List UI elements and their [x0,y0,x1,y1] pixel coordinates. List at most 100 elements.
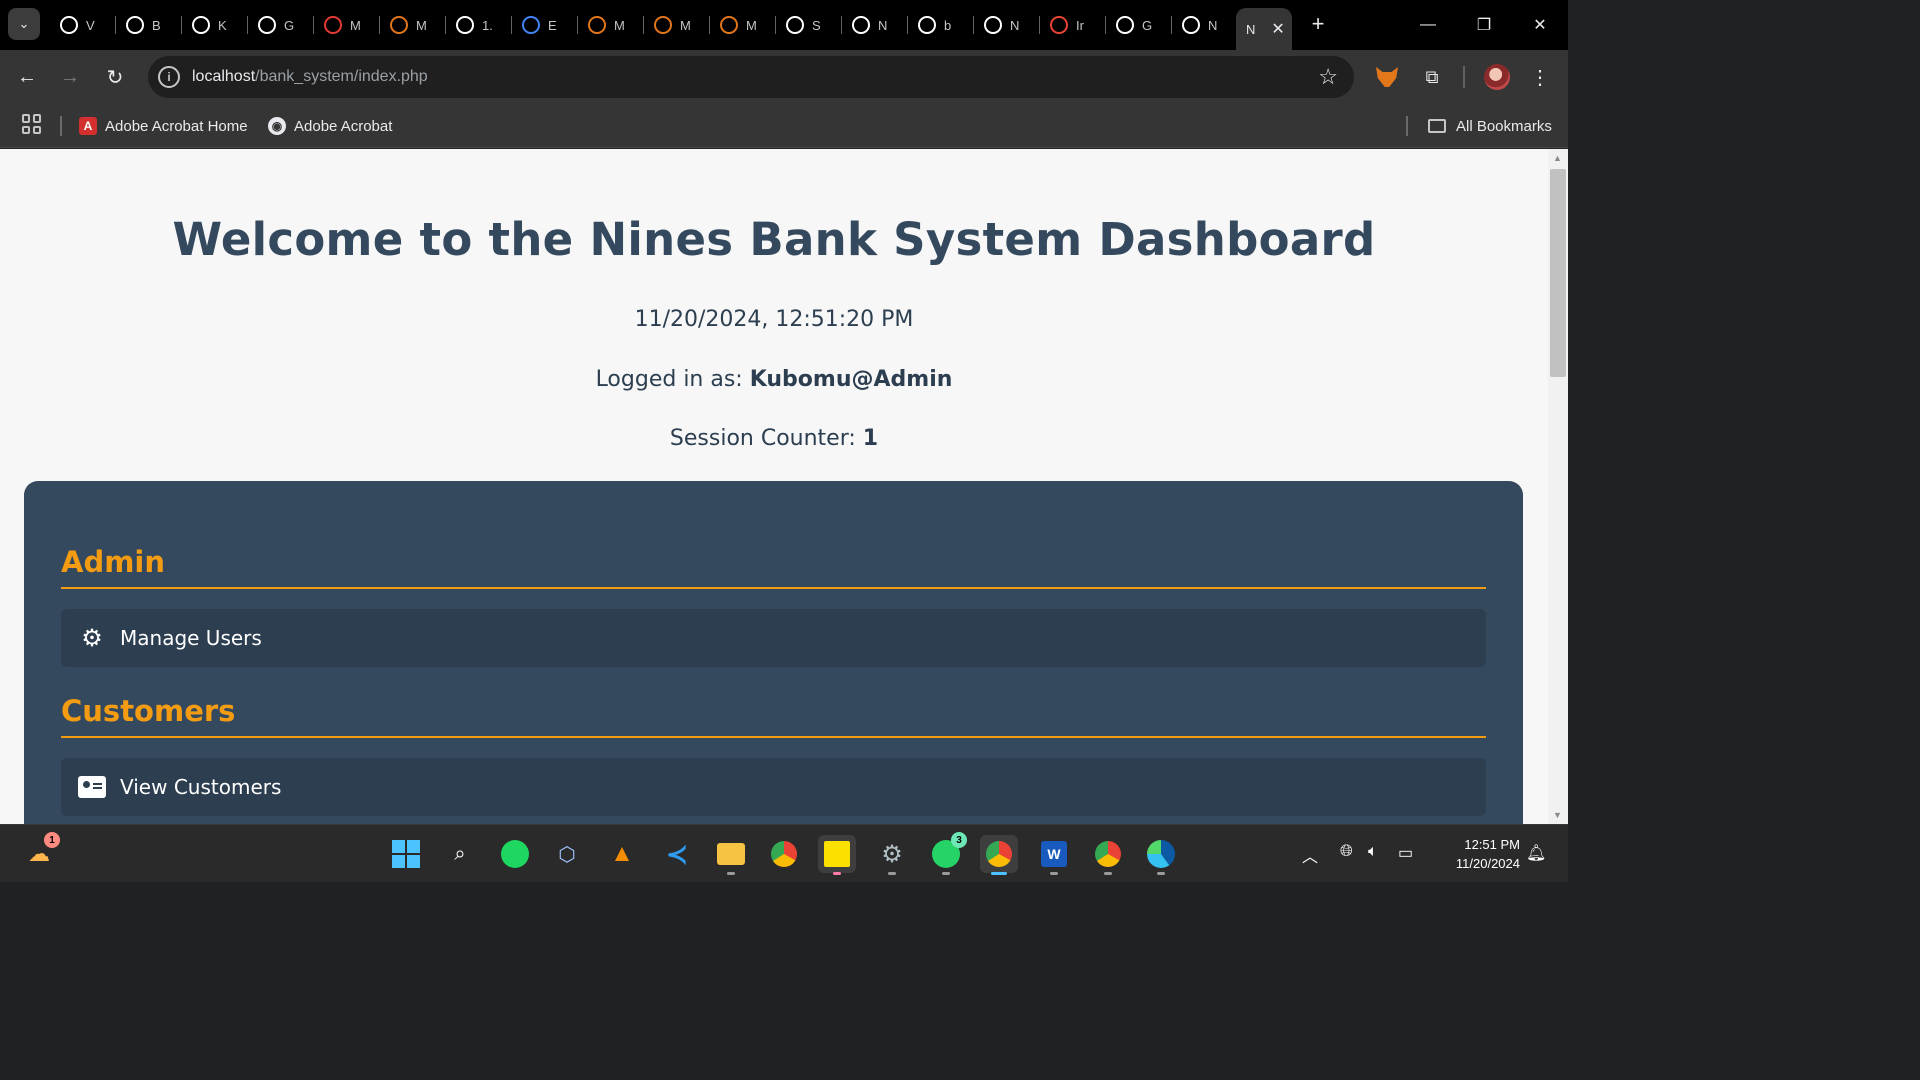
weather-widget-icon[interactable]: ☁ 1 [20,832,60,873]
apps-grid-icon[interactable] [22,114,42,134]
url-text[interactable]: localhost/bank_system/index.php [192,68,428,86]
search-icon[interactable]: ⌕ [441,835,479,873]
dashboard-page: Welcome to the Nines Bank System Dashboa… [0,149,1548,824]
all-bookmarks-button[interactable]: All Bookmarks [1428,112,1552,140]
chevron-up-icon[interactable]: ︿ [1302,843,1318,867]
manage-users-link[interactable]: ⚙ Manage Users [61,609,1486,667]
new-tab-button[interactable]: + [1305,10,1331,38]
dashboard-menu-panel: Admin ⚙ Manage Users Customers View Cust… [24,481,1523,824]
restore-button[interactable]: ❐ [1456,8,1512,42]
spotify-icon[interactable] [496,835,534,873]
tab-item[interactable]: N [1172,8,1236,42]
tab-search-button[interactable]: ⌄ [8,8,40,40]
view-customers-label: View Customers [120,775,282,799]
tab-item[interactable]: M [644,8,708,42]
chrome-icon[interactable] [765,835,803,873]
volume-icon[interactable]: 🔈︎ [1368,843,1378,861]
extensions-icon[interactable]: ⧉ [1418,63,1446,91]
scroll-up-arrow-icon[interactable]: ▲ [1553,153,1562,163]
tab-label: M [680,17,691,33]
tab-item[interactable]: B [116,8,180,42]
tab-item[interactable]: M [578,8,642,42]
tab-label: E [548,17,557,33]
file-explorer-icon[interactable] [712,835,750,875]
clock-time: 12:51 PM [1464,837,1520,852]
globe-icon [456,16,474,34]
tab-item[interactable]: V [50,8,114,42]
tab-active[interactable]: N ✕ [1236,8,1292,50]
metamask-icon [390,16,408,34]
tab-label: N [1010,17,1020,33]
openai-icon [126,16,144,34]
tab-item[interactable]: M [380,8,444,42]
virtualbox-icon[interactable]: ⬡ [548,835,586,873]
tab-close-icon[interactable]: ✕ [1271,19,1284,39]
reload-button[interactable]: ↻ [98,60,132,94]
tab-item[interactable]: S [776,8,840,42]
logged-in-user: Kubomu@Admin [749,367,953,392]
tab-item[interactable]: b [908,8,972,42]
edge-icon[interactable] [1142,835,1180,875]
close-window-button[interactable]: ✕ [1512,8,1568,42]
logged-in-label: Logged in as: [595,367,743,392]
tab-label: K [218,17,227,33]
section-heading-customers: Customers [61,694,236,728]
tab-item[interactable]: E [512,8,576,42]
tab-label: S [812,17,821,33]
site-icon [258,16,276,34]
settings-icon[interactable]: ⚙ [873,835,911,875]
tab-item[interactable]: N [974,8,1038,42]
tab-item[interactable]: G [248,8,312,42]
tab-item[interactable]: N [842,8,906,42]
notifications-icon[interactable]: 🔔︎ [1526,843,1546,863]
page-scrollbar[interactable]: ▲ ▼ [1548,149,1568,824]
windows-taskbar: ☁ 1 ⌕ ⬡ ▲ ≺ ⚙ 3 W ︿ 🌐︎ 🔈︎ ▭ 12:51 PM 11/… [0,824,1568,882]
minimize-button[interactable]: — [1400,8,1456,42]
vlc-icon[interactable]: ▲ [603,835,641,873]
view-customers-link[interactable]: View Customers [61,758,1486,816]
forward-button[interactable]: → [53,60,87,94]
sticky-notes-icon[interactable] [818,835,856,875]
bookmark-label: Adobe Acrobat Home [105,117,248,135]
chrome-profile-icon[interactable] [980,835,1018,875]
chart-icon [786,16,804,34]
tab-item[interactable]: M [710,8,774,42]
tab-item[interactable]: M [314,8,378,42]
metamask-icon [588,16,606,34]
scroll-down-arrow-icon[interactable]: ▼ [1553,810,1562,820]
bookmark-star-icon[interactable]: ☆ [1318,64,1338,90]
logged-in-info: Logged in as: Kubomu@Admin [0,367,1548,392]
site-info-icon[interactable]: i [158,66,180,88]
tab-active-label: N [1246,21,1256,37]
vscode-icon[interactable]: ≺ [658,835,696,873]
session-counter: Session Counter: 1 [0,426,1548,451]
url-host: localhost [192,68,256,85]
tab-label: N [878,17,888,33]
whatsapp-icon[interactable]: 3 [927,832,967,875]
start-button[interactable] [387,835,425,873]
tab-strip: ⌄ V B K G M M 1. E M M M S Nb N Ir G N N ✕ + — ❐ ✕ [0,0,1568,50]
bookmark-adobe-acrobat-home[interactable]: A Adobe Acrobat Home [79,112,248,140]
battery-icon[interactable]: ▭ [1398,843,1413,863]
tab-item[interactable]: Ir [1040,8,1104,42]
metamask-extension-icon[interactable] [1373,63,1401,91]
tab-item[interactable]: K [182,8,246,42]
tab-item[interactable]: G [1106,8,1170,42]
tab-label: Ir [1076,17,1084,33]
word-icon[interactable]: W [1035,835,1073,875]
profile-avatar[interactable] [1484,64,1510,90]
back-button[interactable]: ← [10,60,44,94]
address-bar[interactable]: i localhost/bank_system/index.php ☆ [148,56,1354,98]
tab-item[interactable]: 1. [446,8,510,42]
scroll-thumb[interactable] [1550,169,1566,377]
chrome-guest-icon[interactable] [1089,835,1127,875]
site-icon [324,16,342,34]
network-globe-icon[interactable]: 🌐︎ [1340,843,1353,861]
bookmark-adobe-acrobat[interactable]: ◉ Adobe Acrobat [268,112,392,140]
bookmarks-bar: A Adobe Acrobat Home ◉ Adobe Acrobat All… [0,104,1568,148]
session-counter-label: Session Counter: [669,426,856,451]
chrome-icon [984,16,1002,34]
browser-menu-icon[interactable]: ⋮ [1530,64,1550,90]
section-divider [61,587,1486,589]
taskbar-clock[interactable]: 12:51 PM 11/20/2024 [1430,835,1520,873]
